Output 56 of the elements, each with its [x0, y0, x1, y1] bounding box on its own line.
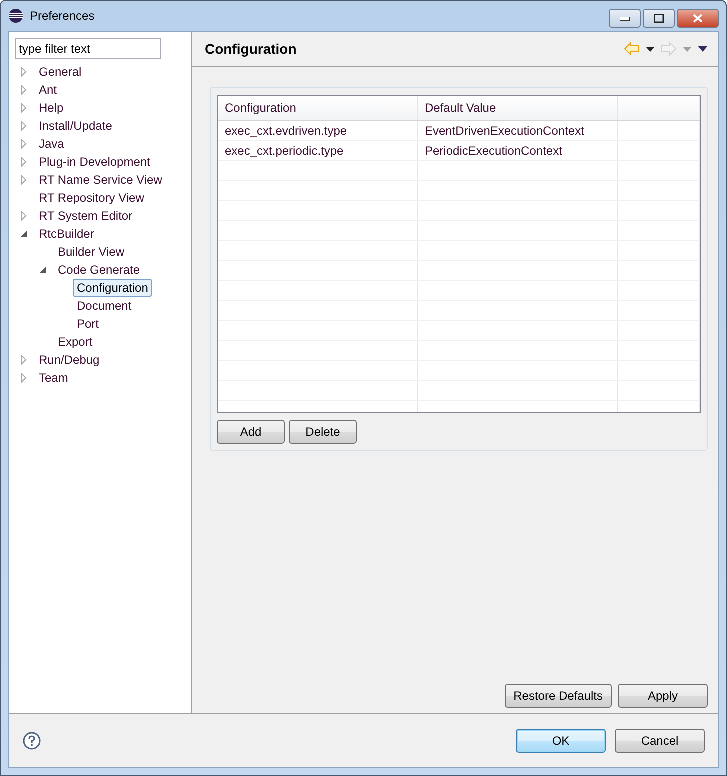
collapsed-arrow-icon[interactable]	[19, 211, 29, 221]
tree-item[interactable]: RtcBuilder	[35, 225, 98, 243]
delete-button[interactable]: Delete	[289, 420, 357, 444]
tree-item[interactable]: General	[35, 63, 86, 81]
restore-defaults-button[interactable]: Restore Defaults	[504, 684, 612, 708]
help-icon[interactable]	[23, 732, 41, 750]
close-icon	[693, 14, 703, 23]
ok-button[interactable]: OK	[516, 728, 606, 752]
tree-item[interactable]: Team	[35, 369, 72, 387]
tree-item[interactable]: RT System Editor	[35, 207, 137, 225]
app-icon	[8, 8, 24, 24]
tree-item[interactable]: Configuration	[73, 279, 152, 297]
tree-item[interactable]: Builder View	[54, 243, 128, 261]
expanded-arrow-icon[interactable]	[38, 265, 48, 275]
tree-item[interactable]: Port	[73, 315, 104, 333]
tree-item[interactable]: Install/Update	[35, 117, 116, 135]
collapsed-arrow-icon[interactable]	[19, 157, 29, 167]
tree-item[interactable]: Run/Debug	[35, 351, 104, 369]
filter-field[interactable]: type filter text	[15, 38, 161, 59]
add-button[interactable]: Add	[217, 420, 285, 444]
cancel-button[interactable]: Cancel	[615, 728, 705, 752]
collapsed-arrow-icon[interactable]	[19, 85, 29, 95]
collapsed-arrow-icon[interactable]	[19, 355, 29, 365]
tree-item[interactable]: Document	[73, 297, 136, 315]
tree-item[interactable]: Help	[35, 99, 68, 117]
collapsed-arrow-icon[interactable]	[19, 139, 29, 149]
collapsed-arrow-icon[interactable]	[19, 67, 29, 77]
tree-item[interactable]: Export	[54, 333, 97, 351]
close-button[interactable]	[677, 9, 719, 28]
maximize-button[interactable]	[643, 9, 675, 28]
window-title: Preferences	[30, 9, 96, 23]
tree-item[interactable]: Java	[35, 135, 68, 153]
minimize-button[interactable]	[609, 9, 641, 28]
tree-item[interactable]: RT Name Service View	[35, 171, 166, 189]
collapsed-arrow-icon[interactable]	[19, 373, 29, 383]
collapsed-arrow-icon[interactable]	[19, 103, 29, 113]
tree-item[interactable]: Ant	[35, 81, 62, 99]
dropdown-caret-icon[interactable]	[646, 46, 655, 52]
tree-item[interactable]: RT Repository View	[35, 189, 148, 207]
maximize-icon	[654, 14, 664, 23]
column-header[interactable]: Configuration	[218, 96, 418, 120]
column-header[interactable]: Default Value	[418, 96, 618, 120]
table-cell: exec_cxt.evdriven.type	[218, 121, 418, 140]
table-cell: EventDrivenExecutionContext	[418, 121, 618, 140]
tree-item[interactable]: Plug-in Development	[35, 153, 154, 171]
table-cell: PeriodicExecutionContext	[418, 141, 618, 160]
collapsed-arrow-icon[interactable]	[19, 175, 29, 185]
expanded-arrow-icon[interactable]	[19, 229, 29, 239]
table-cell: exec_cxt.periodic.type	[218, 141, 418, 160]
tree-item[interactable]: Code Generate	[54, 261, 144, 279]
collapsed-arrow-icon[interactable]	[19, 121, 29, 131]
back-arrow-icon[interactable]	[624, 42, 640, 56]
apply-button[interactable]: Apply	[618, 684, 708, 708]
view-menu-icon[interactable]	[698, 46, 708, 52]
page-title: Configuration	[205, 41, 298, 57]
minimize-icon	[620, 16, 630, 20]
